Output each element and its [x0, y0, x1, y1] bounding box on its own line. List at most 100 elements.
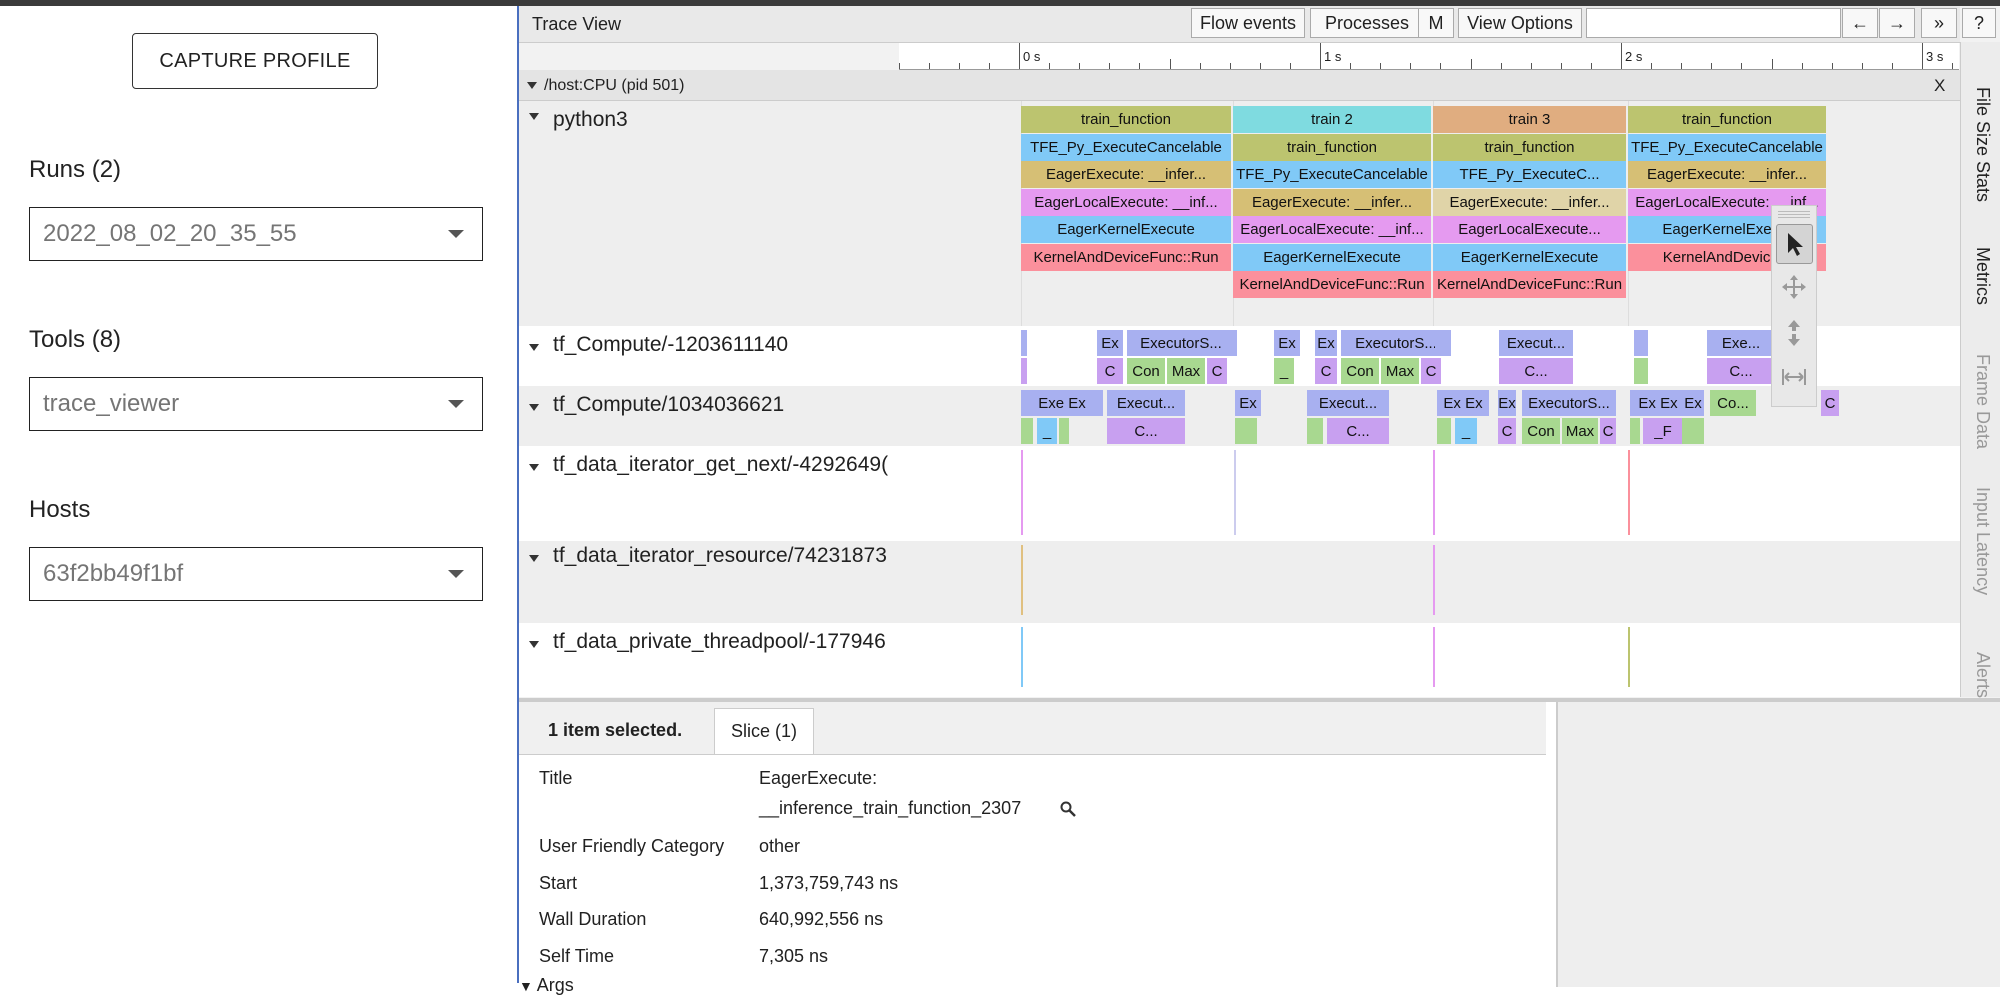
get-next-slice-area[interactable]: [899, 446, 1959, 541]
trace-slice[interactable]: TFE_Py_ExecuteC...: [1433, 161, 1626, 188]
tab-alerts[interactable]: Alerts: [1972, 652, 1993, 698]
trace-slice[interactable]: Max: [1167, 358, 1205, 384]
trace-slice[interactable]: C: [1207, 358, 1227, 384]
track-tf-compute-2[interactable]: tf_Compute/1034036621 Exe Ex _ Execut... C.…: [519, 386, 1960, 446]
resource-slice-area[interactable]: [899, 541, 1959, 623]
timing-mode-button[interactable]: [1776, 358, 1811, 396]
trace-slice[interactable]: Execut...: [1307, 390, 1389, 416]
trace-slice[interactable]: Ex: [1274, 330, 1300, 356]
trace-slice[interactable]: ExecutorS...: [1127, 330, 1235, 356]
prev-button[interactable]: ←: [1842, 8, 1878, 38]
trace-slice[interactable]: EagerLocalExecute: __inf...: [1233, 216, 1431, 243]
collapse-triangle-icon[interactable]: [529, 404, 539, 411]
trace-slice[interactable]: train_function: [1628, 106, 1826, 133]
trace-slice[interactable]: Max: [1381, 358, 1419, 384]
tab-slice[interactable]: Slice (1): [714, 708, 814, 754]
hosts-select[interactable]: 63f2bb49f1bf: [29, 547, 483, 601]
trace-slice[interactable]: C: [1421, 358, 1441, 384]
trace-slice[interactable]: TFE_Py_ExecuteCancelable: [1021, 133, 1231, 161]
track-tf-compute-1[interactable]: tf_Compute/-1203611140 Ex C ExecutorS... Co…: [519, 326, 1960, 386]
next-button[interactable]: →: [1879, 8, 1915, 38]
collapse-triangle-icon[interactable]: [529, 464, 539, 471]
trace-slice[interactable]: [1307, 418, 1323, 444]
close-icon[interactable]: X: [1934, 76, 1945, 96]
view-options-button[interactable]: View Options: [1458, 8, 1582, 38]
search-icon[interactable]: [1059, 800, 1077, 818]
processes-button[interactable]: Processes: [1310, 8, 1424, 38]
trace-slice[interactable]: C...: [1499, 358, 1573, 384]
trace-slice[interactable]: EagerExecute: __infer...: [1233, 188, 1431, 216]
trace-slice[interactable]: EagerExecute: __infer...: [1433, 188, 1626, 216]
trace-slice[interactable]: C: [1600, 418, 1616, 444]
trace-slice[interactable]: _: [1274, 358, 1294, 384]
trace-slice[interactable]: C...: [1707, 358, 1775, 384]
trace-slice[interactable]: EagerExecute: __infer...: [1021, 161, 1231, 188]
trace-slice[interactable]: Ex: [1235, 390, 1261, 416]
trace-slice[interactable]: Con: [1522, 418, 1560, 444]
trace-slice[interactable]: Ex Ex: [1630, 390, 1686, 416]
trace-slice[interactable]: Con: [1127, 358, 1165, 384]
trace-slice[interactable]: TFE_Py_ExecuteCancelable: [1233, 161, 1431, 188]
tools-select[interactable]: trace_viewer: [29, 377, 483, 431]
threadpool-slice-area[interactable]: [899, 623, 1959, 697]
time-ruler[interactable]: 0 s 1 s 2 s 3 s: [899, 43, 1959, 70]
args-expander[interactable]: ▼ Args: [519, 975, 574, 996]
track-iterator-resource[interactable]: tf_data_iterator_resource/74231873: [519, 541, 1960, 623]
trace-slice[interactable]: _F: [1643, 418, 1683, 444]
trace-slice[interactable]: TFE_Py_ExecuteCancelable: [1628, 133, 1826, 161]
trace-slice[interactable]: EagerKernelExecute: [1021, 216, 1231, 243]
trace-slice[interactable]: EagerLocalExecute...: [1433, 216, 1626, 243]
trace-slice[interactable]: KernelAndDeviceFunc::Run: [1433, 271, 1626, 298]
trace-slice[interactable]: [1021, 330, 1027, 356]
trace-slice[interactable]: EagerKernelExecute: [1233, 243, 1431, 271]
trace-slice[interactable]: EagerExecute: __infer...: [1628, 161, 1826, 188]
track-private-threadpool[interactable]: tf_data_private_threadpool/-177946: [519, 623, 1960, 697]
trace-slice[interactable]: EagerKernelExecute: [1433, 243, 1626, 271]
trace-slice[interactable]: C: [1097, 358, 1123, 384]
collapse-triangle-icon[interactable]: [527, 82, 537, 89]
trace-slice[interactable]: [1630, 418, 1640, 444]
trace-slice[interactable]: KernelAndDeviceFunc::Run: [1021, 243, 1231, 271]
trace-slice[interactable]: Ex: [1498, 390, 1516, 416]
collapse-triangle-icon[interactable]: [529, 641, 539, 648]
capture-profile-button[interactable]: CAPTURE PROFILE: [132, 33, 378, 89]
trace-slice[interactable]: C...: [1107, 418, 1185, 444]
drag-handle[interactable]: [1778, 210, 1810, 218]
collapse-triangle-icon[interactable]: [529, 555, 539, 562]
trace-slice[interactable]: Ex: [1682, 390, 1704, 416]
trace-slice[interactable]: Co...: [1710, 390, 1756, 416]
trace-slice[interactable]: train_function: [1433, 133, 1626, 161]
tab-input-latency[interactable]: Input Latency: [1972, 487, 1993, 595]
trace-slice[interactable]: train_function: [1021, 106, 1231, 133]
flow-events-button[interactable]: Flow events: [1191, 8, 1305, 38]
trace-slice[interactable]: C...: [1327, 418, 1389, 444]
trace-slice[interactable]: train_function: [1233, 133, 1431, 161]
trace-slice[interactable]: _: [1037, 418, 1057, 444]
trace-slice[interactable]: C: [1821, 390, 1839, 416]
trace-slice[interactable]: [1437, 418, 1451, 444]
trace-slice[interactable]: EagerLocalExecute: __inf...: [1021, 188, 1231, 216]
track-python3[interactable]: python3 train_function TFE_Py_ExecuteCanc…: [519, 101, 1960, 326]
tab-frame-data[interactable]: Frame Data: [1972, 354, 1993, 449]
track-iterator-get-next[interactable]: tf_data_iterator_get_next/-4292649(: [519, 446, 1960, 541]
collapse-triangle-icon[interactable]: [529, 344, 539, 351]
expand-button[interactable]: »: [1921, 8, 1957, 38]
trace-slice[interactable]: [1059, 418, 1069, 444]
trace-slice[interactable]: Execut...: [1107, 390, 1185, 416]
collapse-triangle-icon[interactable]: [529, 113, 539, 120]
trace-slice[interactable]: ExecutorS...: [1522, 390, 1616, 416]
trace-slice[interactable]: C: [1315, 358, 1337, 384]
metadata-button[interactable]: M: [1418, 8, 1454, 38]
pan-mode-button[interactable]: [1776, 268, 1811, 306]
trace-slice[interactable]: [1634, 330, 1648, 356]
trace-slice[interactable]: Exe Ex: [1021, 390, 1103, 416]
runs-select[interactable]: 2022_08_02_20_35_55: [29, 207, 483, 261]
trace-slice[interactable]: [1682, 418, 1704, 444]
trace-slice[interactable]: KernelAndDeviceFunc::Run: [1233, 271, 1431, 298]
trace-slice[interactable]: [1634, 358, 1648, 384]
trace-slice[interactable]: C: [1498, 418, 1516, 444]
trace-slice[interactable]: Max: [1562, 418, 1598, 444]
trace-slice[interactable]: Ex: [1315, 330, 1337, 356]
trace-slice[interactable]: train 2: [1233, 106, 1431, 133]
trace-slice[interactable]: Exe...: [1707, 330, 1775, 356]
